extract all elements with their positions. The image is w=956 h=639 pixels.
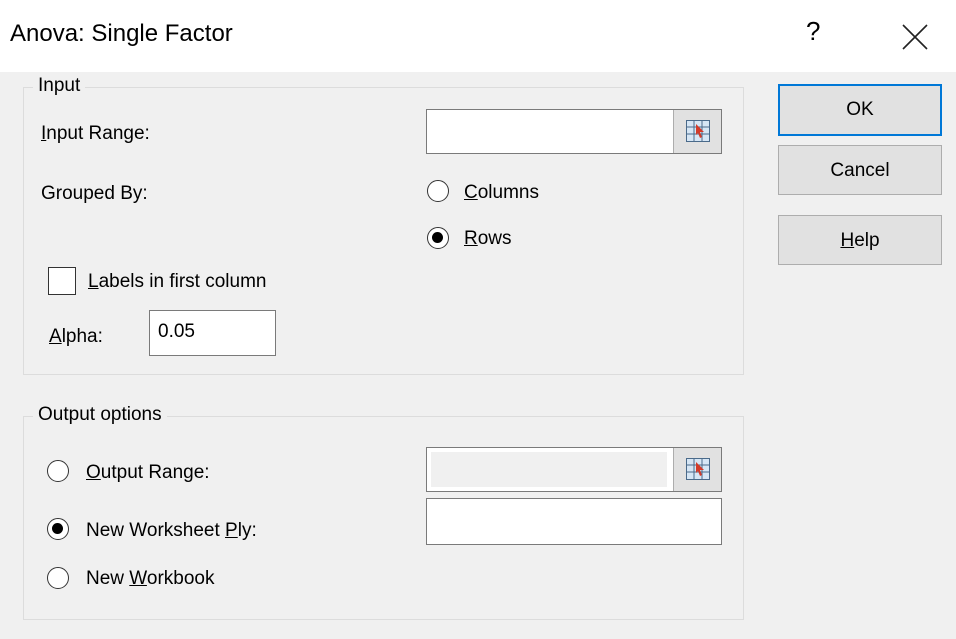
new-worksheet-radio[interactable] xyxy=(47,518,69,540)
close-icon[interactable] xyxy=(900,22,930,52)
labels-checkbox-label[interactable]: Labels in first column xyxy=(88,271,266,293)
input-range-label: Input Range: xyxy=(41,123,150,144)
rows-radio-dot xyxy=(432,232,443,243)
new-workbook-radio[interactable] xyxy=(47,567,69,589)
new-worksheet-label[interactable]: New Worksheet Ply: xyxy=(86,520,257,542)
help-question-icon[interactable]: ? xyxy=(806,16,820,47)
grouped-by-label: Grouped By: xyxy=(41,183,148,204)
dialog-title: Anova: Single Factor xyxy=(10,20,233,47)
alpha-field[interactable]: 0.05 xyxy=(149,310,276,356)
ok-button[interactable]: OK xyxy=(778,84,942,136)
output-options-label: Output options xyxy=(33,404,167,426)
output-range-label[interactable]: Output Range: xyxy=(86,462,210,484)
alpha-value: 0.05 xyxy=(158,321,195,342)
output-range-collapse-button[interactable] xyxy=(673,448,721,491)
cancel-button[interactable]: Cancel xyxy=(778,145,942,195)
input-range-field[interactable] xyxy=(426,109,722,154)
rows-radio[interactable] xyxy=(427,227,449,249)
input-group-label: Input xyxy=(33,75,86,97)
alpha-label: Alpha: xyxy=(49,326,103,347)
help-button[interactable]: Help xyxy=(778,215,942,265)
columns-radio[interactable] xyxy=(427,180,449,202)
output-range-field-disabled-fill xyxy=(431,452,667,487)
new-worksheet-radio-dot xyxy=(52,523,63,534)
output-range-radio[interactable] xyxy=(47,460,69,482)
dialog-titlebar: Anova: Single Factor ? xyxy=(0,0,956,72)
range-select-icon xyxy=(686,120,710,142)
input-range-collapse-button[interactable] xyxy=(673,110,721,153)
columns-radio-label[interactable]: Columns xyxy=(464,182,539,204)
output-range-field[interactable] xyxy=(426,447,722,492)
new-workbook-label[interactable]: New Workbook xyxy=(86,568,215,590)
range-select-icon xyxy=(686,458,710,480)
labels-checkbox[interactable] xyxy=(48,267,76,295)
new-worksheet-name-field[interactable] xyxy=(426,498,722,545)
rows-radio-label[interactable]: Rows xyxy=(464,228,512,250)
